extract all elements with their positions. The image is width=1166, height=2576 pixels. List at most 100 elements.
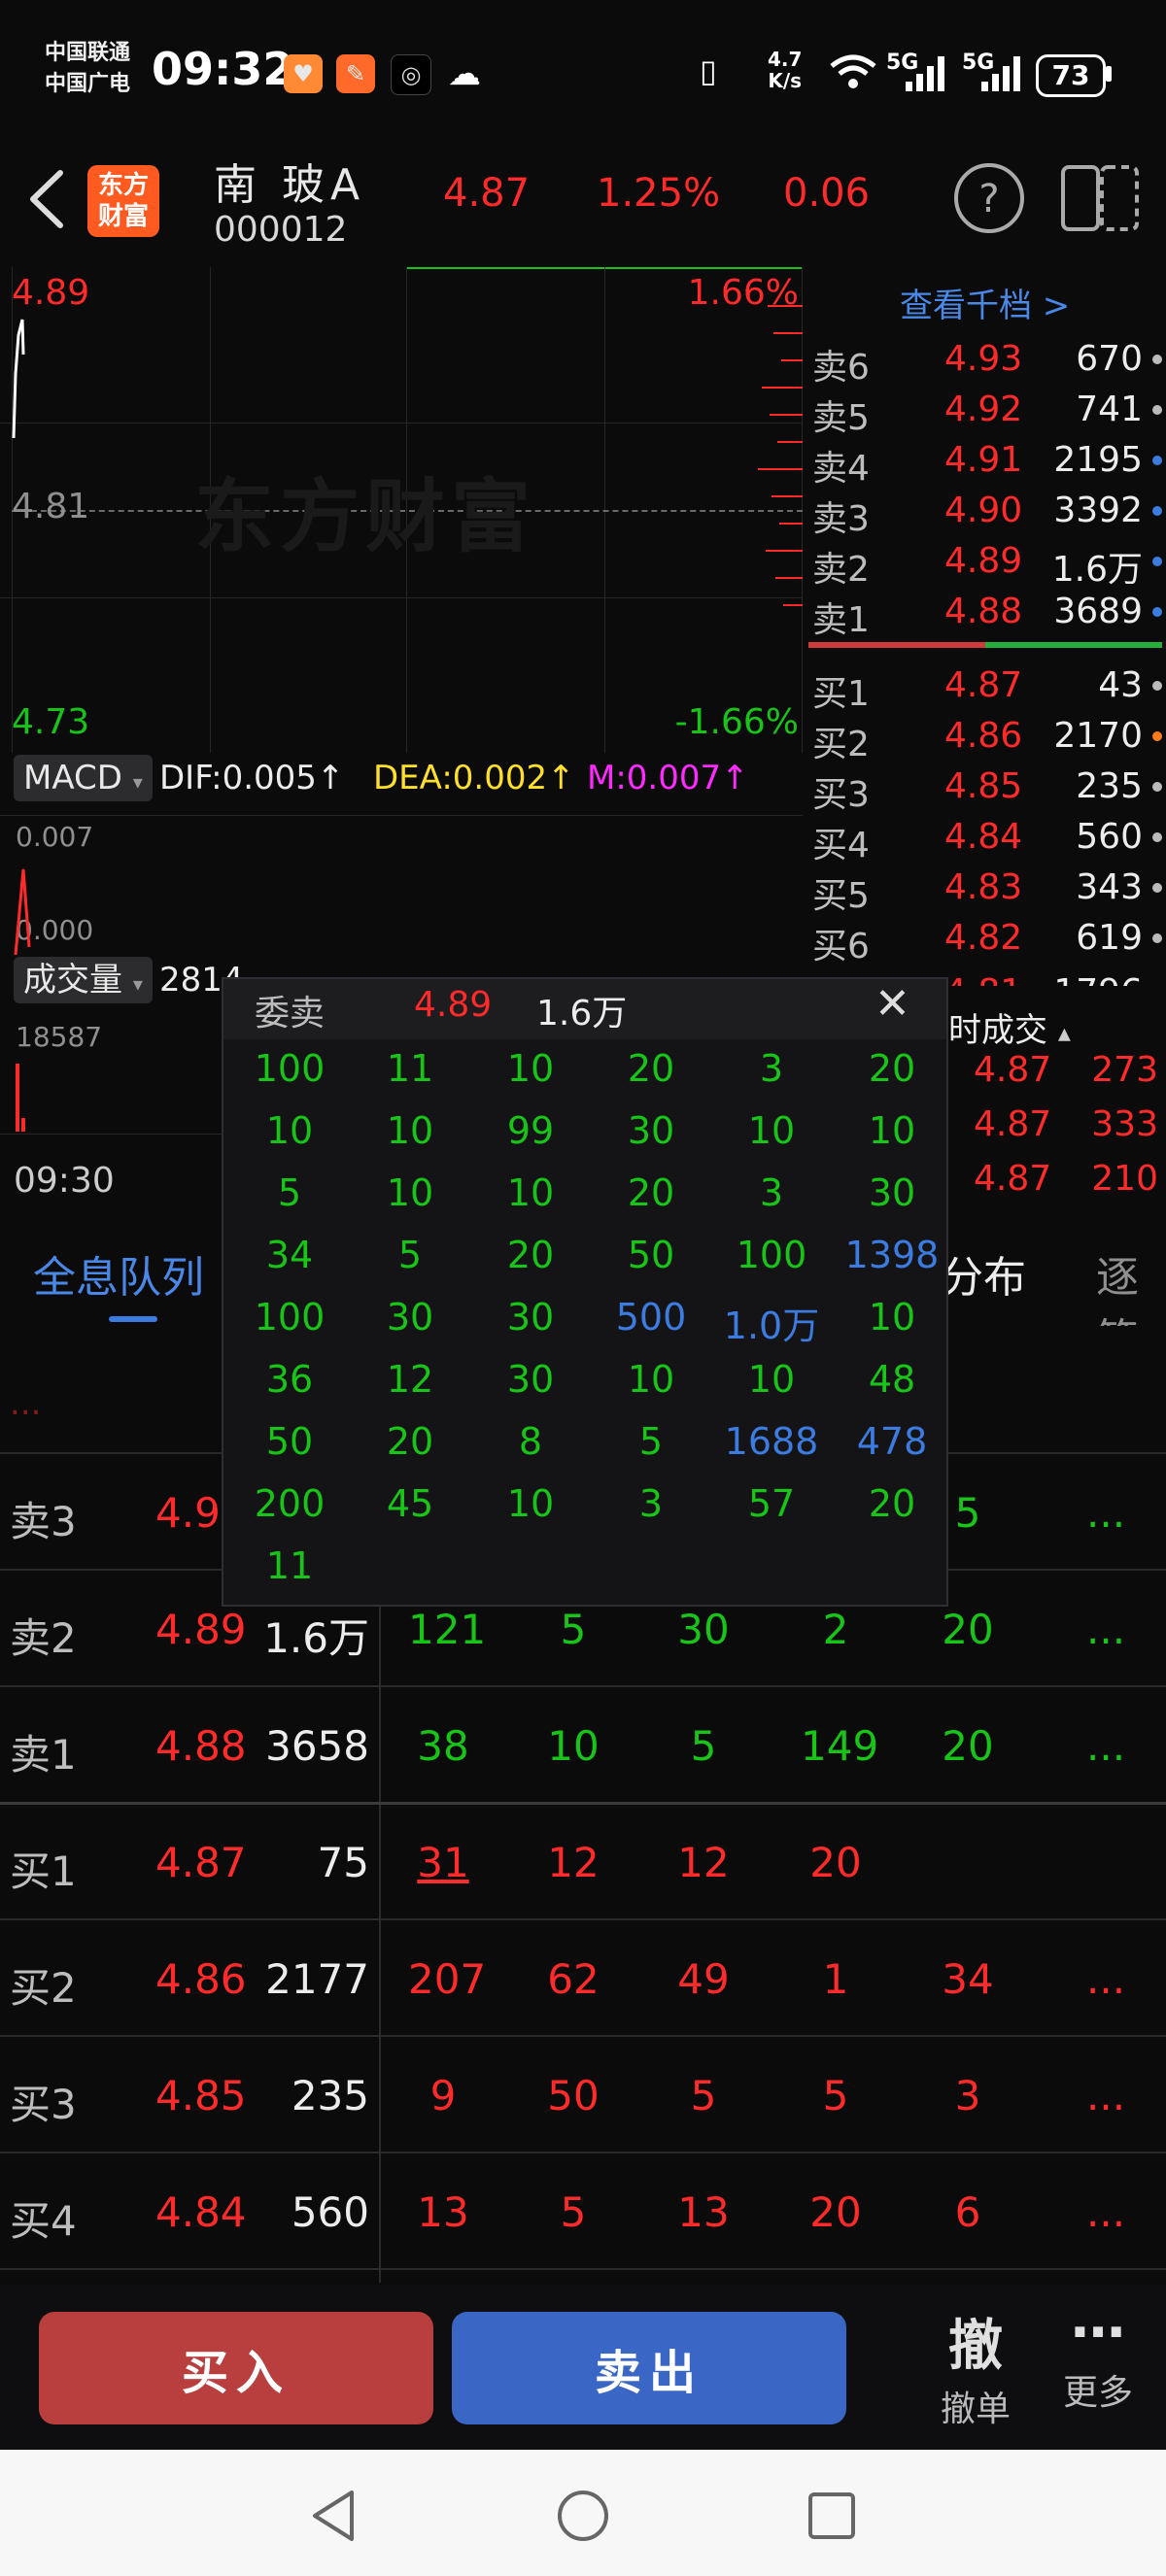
queue-order-cell[interactable]: 13 xyxy=(669,2188,738,2236)
queue-level-label: 买3 xyxy=(10,2081,77,2128)
queue-row[interactable]: 买3 4.85 235 9 50 5 5 3... xyxy=(0,2035,1166,2153)
book-bid-row[interactable]: 买4 4.84 560 xyxy=(803,811,1166,865)
question-icon[interactable]: ? xyxy=(952,161,1026,235)
queue-order-cell[interactable]: 31 xyxy=(408,1839,478,1886)
queue-order-cell[interactable]: 20 xyxy=(801,1839,871,1886)
queue-order-cell[interactable]: 12 xyxy=(538,1839,608,1886)
pct-low-label: -1.66% xyxy=(674,702,799,742)
queue-order-cell[interactable]: 20 xyxy=(933,1722,1003,1770)
queue-order-cell[interactable]: 50 xyxy=(538,2072,608,2119)
popup-order-cell: 1398 xyxy=(844,1234,940,1276)
net-speed-top: 4.7 xyxy=(768,48,803,71)
pct-high-label: 1.66% xyxy=(687,273,799,313)
book-bid-row[interactable]: 买5 4.83 343 xyxy=(803,862,1166,916)
queue-order-cell[interactable]: 1 xyxy=(801,1955,871,2003)
close-icon[interactable]: ✕ xyxy=(874,979,910,1029)
nav-recents-icon[interactable] xyxy=(806,2491,857,2541)
queue-order-cell[interactable]: 49 xyxy=(669,1955,738,2003)
queue-more[interactable]: ... xyxy=(1086,1955,1125,2003)
queue-row[interactable]: 买4 4.84 560 13 5 13 20 6... xyxy=(0,2152,1166,2270)
time-start-label: 09:30 xyxy=(14,1161,115,1201)
queue-order-cell[interactable]: 20 xyxy=(801,2188,871,2236)
cancel-order-button[interactable]: 撤 撤单 xyxy=(908,2302,1044,2431)
more-button[interactable]: ⋯ 更多 xyxy=(1049,2302,1147,2415)
header-change: 0.06 xyxy=(783,171,871,216)
queue-order-cell[interactable]: 10 xyxy=(538,1722,608,1770)
app-notification-icon-3: ◎ xyxy=(391,54,431,95)
queue-order-cell[interactable]: 20 xyxy=(933,1606,1003,1653)
carrier-1: 中国联通 xyxy=(45,41,131,65)
queue-order-cell[interactable]: 30 xyxy=(669,1606,738,1653)
queue-order-cell[interactable]: 149 xyxy=(801,1722,878,1770)
book-ask-row[interactable]: 卖3 4.90 3392 xyxy=(803,485,1166,539)
queue-order-cell[interactable]: 121 xyxy=(408,1606,486,1653)
popup-order-cell: 36 xyxy=(265,1358,314,1401)
book-ask-row[interactable]: 卖6 4.93 670 xyxy=(803,333,1166,388)
queue-order-cell[interactable]: 5 xyxy=(801,2072,871,2119)
split-screen-icon[interactable] xyxy=(1059,161,1141,235)
buy-button[interactable]: 买入 xyxy=(39,2312,433,2424)
queue-order-cell[interactable]: 5 xyxy=(538,2188,608,2236)
popup-order-cell: 30 xyxy=(627,1109,675,1152)
popup-order-cell: 100 xyxy=(254,1296,326,1339)
queue-order-cell[interactable]: 6 xyxy=(933,2188,1003,2236)
order-dot-icon xyxy=(1152,883,1162,893)
queue-volume: 3658 xyxy=(265,1722,369,1770)
queue-order-cell[interactable]: 207 xyxy=(408,1955,486,2003)
popup-order-cell: 10 xyxy=(506,1482,555,1525)
queue-order-cell[interactable]: 38 xyxy=(408,1722,478,1770)
popup-order-cell: 10 xyxy=(265,1109,314,1152)
queue-order-cell[interactable]: 5 xyxy=(669,1722,738,1770)
queue-order-cell[interactable]: 34 xyxy=(933,1955,1003,2003)
dropdown-triangle-icon: ▾ xyxy=(132,972,143,996)
book-bid-row[interactable]: 买1 4.87 43 xyxy=(803,660,1166,714)
queue-row[interactable]: 买2 4.86 2177 207 62 49 1 34... xyxy=(0,1918,1166,2037)
queue-row[interactable]: 卖1 4.88 3658 38 10 5 149 20... xyxy=(0,1685,1166,1804)
queue-volume: 560 xyxy=(291,2188,369,2236)
queue-row[interactable]: 买1 4.87 75 31 12 12 20 xyxy=(0,1802,1166,1920)
queue-price: 4.85 xyxy=(155,2072,247,2119)
battery-icon: 73 xyxy=(1036,54,1106,97)
queue-more[interactable]: ... xyxy=(1086,1722,1125,1770)
popup-order-cell: 12 xyxy=(386,1358,434,1401)
sell-button[interactable]: 卖出 xyxy=(452,2312,846,2424)
queue-order-cell[interactable]: 13 xyxy=(408,2188,478,2236)
system-nav-bar xyxy=(0,2450,1166,2576)
book-bid-row[interactable]: 买6 4.82 619 xyxy=(803,912,1166,966)
back-arrow-icon[interactable] xyxy=(23,167,68,231)
book-bid-row[interactable]: 买2 4.86 2170 xyxy=(803,710,1166,764)
queue-price: 4.89 xyxy=(155,1606,247,1653)
queue-order-cell[interactable]: 5 xyxy=(669,2072,738,2119)
queue-more[interactable]: ... xyxy=(1086,1489,1125,1537)
queue-order-cell[interactable]: 62 xyxy=(538,1955,608,2003)
queue-price: 4.84 xyxy=(155,2188,247,2236)
queue-order-cell[interactable]: 9 xyxy=(408,2072,478,2119)
volume-selector[interactable]: 成交量 ▾ xyxy=(14,957,153,1003)
view-thousand-levels-link[interactable]: 查看千档 > xyxy=(900,279,1070,326)
tab-full-queue[interactable]: 全息队列 xyxy=(33,1242,204,1305)
queue-order-cell[interactable]: 3 xyxy=(933,2072,1003,2119)
popup-order-cell: 10 xyxy=(868,1296,916,1339)
book-ask-row[interactable]: 卖5 4.92 741 xyxy=(803,384,1166,438)
popup-order-cell: 10 xyxy=(386,1109,434,1152)
queue-more[interactable]: ... xyxy=(1086,2188,1125,2236)
book-price: 4.90 xyxy=(944,491,1023,530)
popup-order-cell: 1.0万 xyxy=(723,1305,820,1347)
nav-home-icon[interactable] xyxy=(556,2489,610,2543)
book-bid-row[interactable]: 买3 4.85 235 xyxy=(803,761,1166,815)
book-ask-row[interactable]: 卖2 4.89 1.6万 xyxy=(803,535,1166,590)
queue-order-cell[interactable]: 12 xyxy=(669,1839,738,1886)
queue-price: 4.86 xyxy=(155,1955,247,2003)
book-ask-row[interactable]: 卖1 4.88 3689 xyxy=(803,586,1166,640)
macd-selector[interactable]: MACD ▾ xyxy=(14,755,153,801)
book-ask-row[interactable]: 卖4 4.91 2195 xyxy=(803,434,1166,489)
queue-order-cell[interactable]: 5 xyxy=(538,1606,608,1653)
nav-back-icon[interactable] xyxy=(309,2489,360,2543)
book-price: 4.88 xyxy=(944,592,1023,631)
queue-more[interactable]: ... xyxy=(1086,2072,1125,2119)
queue-order-cell[interactable]: 2 xyxy=(801,1606,871,1653)
grid-line xyxy=(0,423,803,424)
queue-more[interactable]: ... xyxy=(1086,1606,1125,1653)
order-dot-icon xyxy=(1152,832,1162,842)
tab-distribution[interactable]: 分布 xyxy=(941,1242,1026,1305)
